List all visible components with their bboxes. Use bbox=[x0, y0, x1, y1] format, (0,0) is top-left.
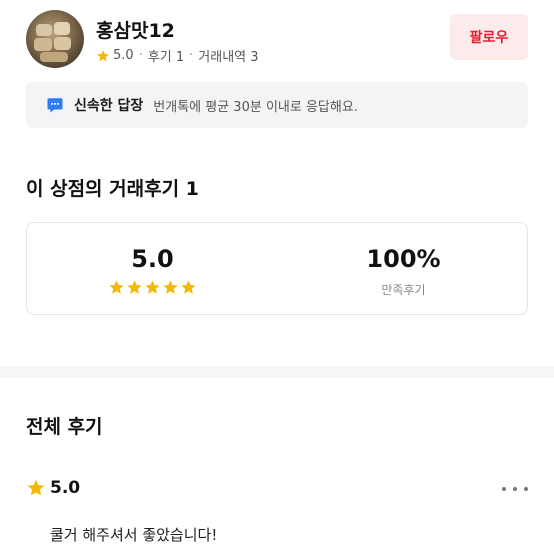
reply-notice-title: 신속한 답장 bbox=[74, 98, 144, 114]
fast-reply-notice: 신속한 답장 번개톡에 평균 30분 이내로 응답해요. bbox=[26, 82, 528, 128]
review-text: 쿨거 해주셔서 좋았습니다! bbox=[50, 526, 218, 544]
satisfaction-block: 100% 만족후기 bbox=[278, 223, 529, 316]
meta-separator: · bbox=[189, 48, 194, 63]
satisfaction-percent: 100% bbox=[366, 245, 441, 273]
shop-avatar[interactable] bbox=[26, 10, 84, 68]
section-divider bbox=[0, 366, 554, 378]
average-rating: 5.0 bbox=[131, 245, 174, 273]
star-icon bbox=[109, 280, 124, 294]
review-summary-card: 5.0 100% 만족후기 bbox=[26, 222, 528, 315]
review-rating-value: 5.0 bbox=[50, 478, 81, 498]
star-icon bbox=[163, 280, 178, 294]
star-icon bbox=[145, 280, 160, 294]
reviews-heading: 이 상점의 거래후기 1 bbox=[26, 178, 199, 200]
all-reviews-heading: 전체 후기 bbox=[26, 416, 103, 438]
shop-meta: 5.0 · 후기 1 · 거래내역 3 bbox=[96, 46, 259, 65]
shop-name: 홍삼맛12 bbox=[96, 20, 175, 42]
star-icon bbox=[127, 280, 142, 294]
more-options-icon[interactable] bbox=[502, 482, 528, 496]
average-rating-block: 5.0 bbox=[27, 223, 278, 316]
shop-transactions[interactable]: 거래내역 3 bbox=[198, 46, 258, 65]
review-item: 5.0 쿨거 해주셔서 좋았습니다! bbox=[26, 478, 528, 554]
satisfaction-label: 만족후기 bbox=[381, 283, 426, 297]
follow-button[interactable]: 팔로우 bbox=[450, 14, 528, 60]
star-icon bbox=[181, 280, 196, 294]
chat-bubble-icon bbox=[47, 98, 63, 113]
shop-review-count[interactable]: 후기 1 bbox=[148, 46, 184, 65]
review-rating: 5.0 bbox=[26, 478, 80, 498]
shop-header: 홍삼맛12 5.0 · 후기 1 · 거래내역 3 팔로우 bbox=[26, 10, 528, 70]
meta-separator: · bbox=[138, 48, 143, 63]
star-icon bbox=[97, 49, 109, 61]
star-icon bbox=[27, 479, 45, 496]
shop-rating: 5.0 bbox=[113, 48, 134, 63]
reply-notice-description: 번개톡에 평균 30분 이내로 응답해요. bbox=[153, 99, 358, 115]
rating-stars bbox=[27, 279, 278, 296]
